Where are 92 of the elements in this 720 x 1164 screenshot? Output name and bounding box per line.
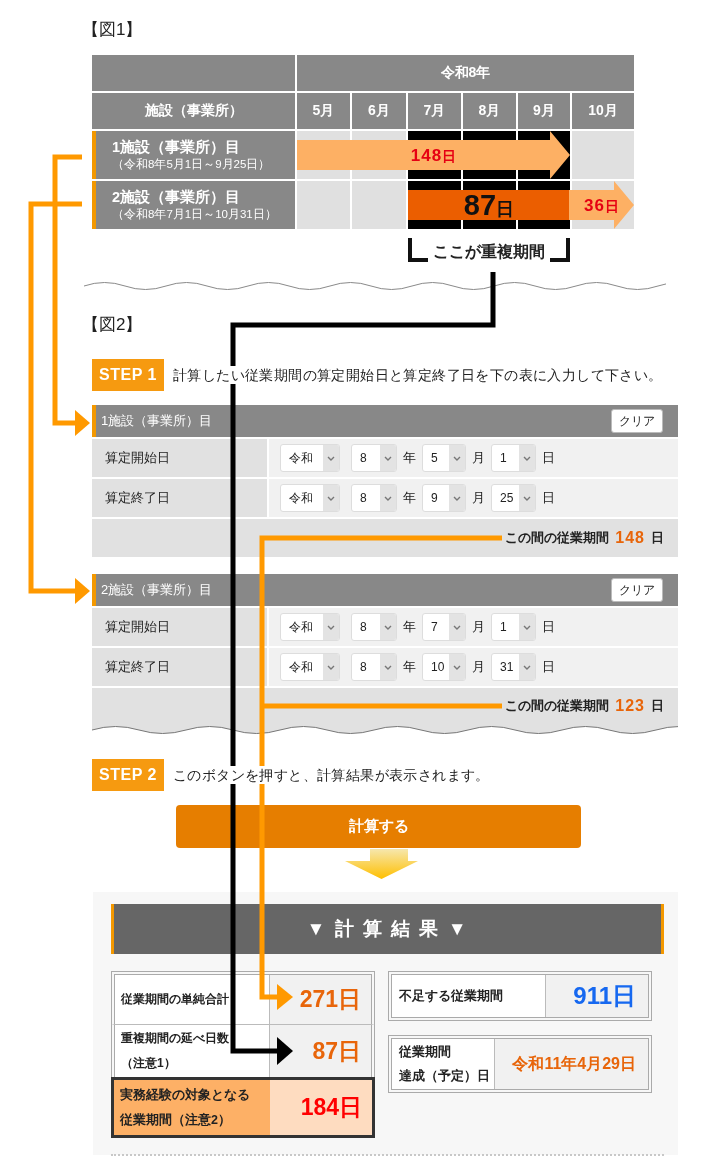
select-field[interactable]: 8: [351, 653, 397, 681]
chevron-down-icon: [323, 654, 339, 680]
day-count: 148 日: [410, 146, 457, 164]
result-label: 重複期間の延べ日数 （注意1）: [115, 1025, 270, 1077]
result-value: 911日: [546, 975, 648, 1017]
select-field[interactable]: 8: [351, 613, 397, 641]
header-cell: 6月: [352, 93, 406, 129]
down-arrow-icon: [345, 849, 418, 879]
select-field[interactable]: 7: [422, 613, 466, 641]
day-count: 87日: [463, 190, 515, 220]
chevron-down-icon: [449, 445, 465, 471]
chevron-down-icon: [323, 445, 339, 471]
result-label: 従業期間 達成（予定）日: [392, 1039, 495, 1089]
result-label: 不足する従業期間: [392, 975, 546, 1017]
select-field[interactable]: 8: [351, 444, 397, 472]
clear-button[interactable]: クリア: [611, 578, 663, 602]
select-field[interactable]: 令和: [280, 444, 340, 472]
select-field[interactable]: 5: [422, 444, 466, 472]
header-cell: 10月: [572, 93, 634, 129]
result-value: 184日: [270, 1080, 372, 1135]
step-badge: STEP 1: [92, 359, 164, 391]
summary-label: この間の従業期間: [505, 697, 610, 715]
row-label: 算定終了日: [92, 648, 267, 686]
unit-label: 月: [472, 618, 485, 636]
day-count: 36 日: [584, 196, 619, 214]
header-cell: 施設（事業所）: [92, 93, 295, 129]
unit-label: 年: [403, 449, 416, 467]
header-cell: 9月: [518, 93, 570, 129]
header-cell: 7月: [408, 93, 461, 129]
section-title: 1施設（事業所）目: [101, 412, 213, 430]
select-field[interactable]: 31: [491, 653, 536, 681]
select-field[interactable]: 9: [422, 484, 466, 512]
step-badge: STEP 2: [92, 759, 164, 791]
row-label: 算定開始日: [92, 439, 267, 477]
unit-label: 月: [472, 658, 485, 676]
unit-label: 日: [651, 697, 664, 715]
header-cell: 8月: [463, 93, 516, 129]
select-field[interactable]: 1: [491, 613, 536, 641]
row-label: 算定開始日: [92, 608, 267, 646]
facility-name: 1施設（事業所）目: [112, 138, 242, 157]
select-field[interactable]: 1: [491, 444, 536, 472]
result-value: 令和11年4月29日: [495, 1039, 648, 1089]
bracket-icon: [550, 238, 570, 262]
unit-label: 年: [403, 489, 416, 507]
section-title: 2施設（事業所）目: [101, 581, 213, 599]
facility-name: 2施設（事業所）目: [112, 188, 242, 207]
chevron-down-icon: [380, 654, 396, 680]
facility-period: （令和8年5月1日～9月25日）: [112, 157, 272, 172]
chevron-down-icon: [449, 654, 465, 680]
result-value: 87日: [270, 1025, 371, 1077]
chevron-down-icon: [519, 485, 535, 511]
chevron-down-icon: [380, 445, 396, 471]
figure-title: 【図1】: [82, 19, 143, 41]
chevron-down-icon: [519, 614, 535, 640]
unit-label: 日: [542, 658, 555, 676]
unit-label: 年: [403, 618, 416, 636]
unit-label: 日: [542, 449, 555, 467]
select-field[interactable]: 8: [351, 484, 397, 512]
select-field[interactable]: 令和: [280, 484, 340, 512]
summary-days: 148: [615, 529, 645, 547]
unit-label: 日: [542, 618, 555, 636]
chevron-down-icon: [380, 485, 396, 511]
result-value: 271日: [270, 975, 371, 1024]
unit-label: 日: [651, 529, 664, 547]
chevron-down-icon: [323, 485, 339, 511]
chevron-down-icon: [449, 614, 465, 640]
header-cell: 令和8年: [297, 55, 634, 91]
summary-label: この間の従業期間: [505, 529, 610, 547]
select-field[interactable]: 令和: [280, 653, 340, 681]
summary-days: 123: [615, 697, 645, 715]
clear-button[interactable]: クリア: [611, 409, 663, 433]
unit-label: 月: [472, 449, 485, 467]
chevron-down-icon: [519, 445, 535, 471]
row-label: 算定終了日: [92, 479, 267, 517]
unit-label: 日: [542, 489, 555, 507]
figure-title: 【図2】: [82, 314, 143, 336]
chevron-down-icon: [519, 654, 535, 680]
chevron-down-icon: [323, 614, 339, 640]
header-cell: 5月: [297, 93, 350, 129]
unit-label: 月: [472, 489, 485, 507]
bracket-icon: [408, 238, 428, 262]
result-label: 従業期間の単純合計: [115, 975, 270, 1024]
select-field[interactable]: 10: [422, 653, 466, 681]
overlap-label: ここが重複期間: [432, 242, 546, 262]
facility-period: （令和8年7月1日～10月31日）: [112, 207, 278, 222]
chevron-down-icon: [449, 485, 465, 511]
results-header: ▼ 計 算 結 果 ▼: [111, 904, 664, 954]
chevron-down-icon: [380, 614, 396, 640]
unit-label: 年: [403, 658, 416, 676]
select-field[interactable]: 25: [491, 484, 536, 512]
result-label: 実務経験の対象となる 従業期間（注意2）: [114, 1080, 270, 1135]
select-field[interactable]: 令和: [280, 613, 340, 641]
